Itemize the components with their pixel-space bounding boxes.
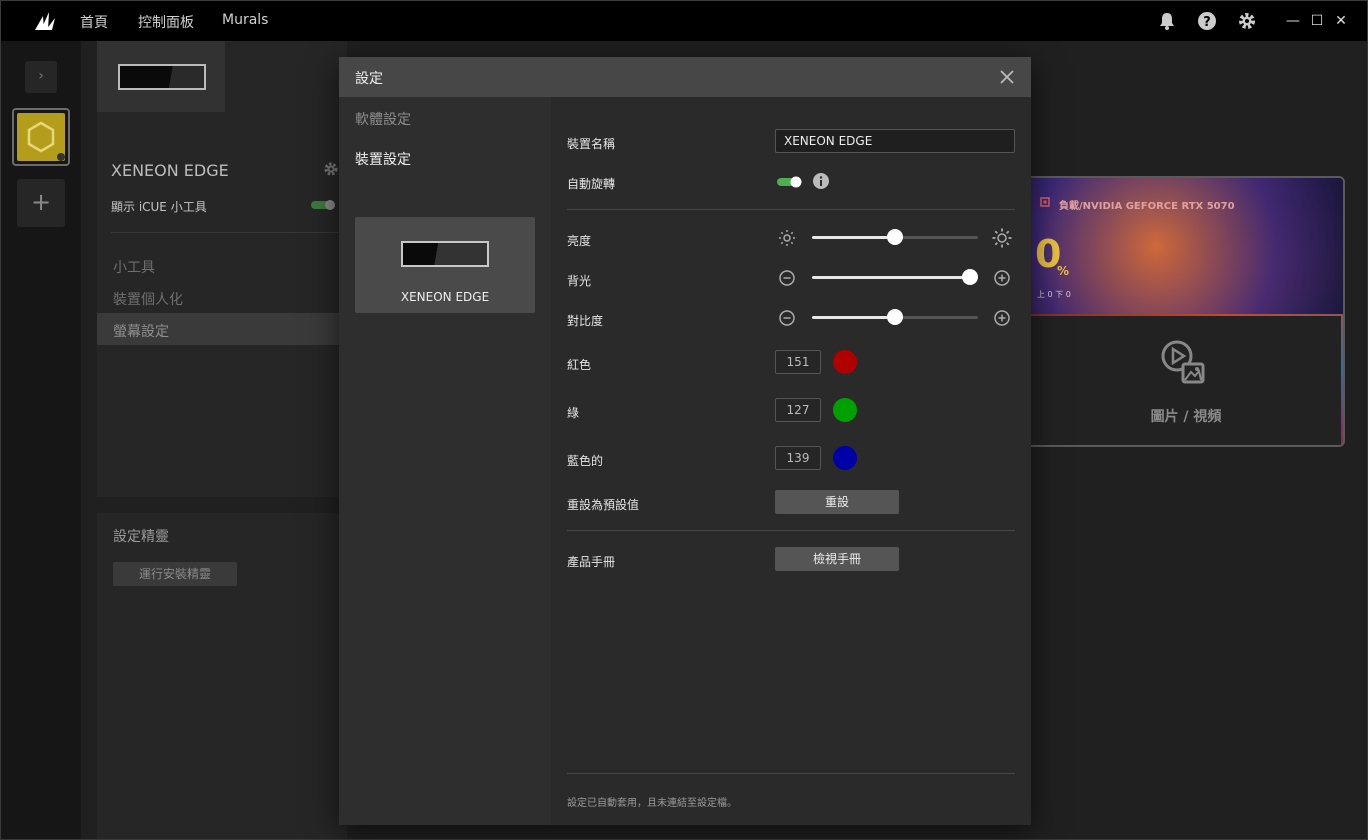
device-gear-icon[interactable] xyxy=(323,161,339,177)
slider-fill xyxy=(812,236,895,239)
gpu-load-unit: % xyxy=(1057,264,1070,278)
green-value-input[interactable]: 127 xyxy=(775,398,821,422)
icue-window: 首頁 控制面板 Murals ? — ☐ ✕ › + XENEON EDGE 顯… xyxy=(0,0,1368,840)
gpu-load-label: 負載/NVIDIA GEFORCE RTX 5070 xyxy=(1059,201,1235,212)
add-device-button[interactable]: + xyxy=(17,179,65,227)
slider-thumb[interactable] xyxy=(961,269,978,285)
divider xyxy=(111,232,341,233)
tab-software-settings[interactable]: 軟體設定 xyxy=(355,109,411,129)
tab-device-settings[interactable]: 裝置設定 xyxy=(355,149,411,169)
menu-display-settings[interactable]: 螢幕設定 xyxy=(113,321,169,341)
minimize-button[interactable]: — xyxy=(1284,11,1302,31)
brightness-high-icon xyxy=(992,228,1012,248)
blue-label: 藍色的 xyxy=(567,454,604,468)
wizard-title: 設定精靈 xyxy=(113,529,169,545)
device-card-label: XENEON EDGE xyxy=(400,290,490,304)
view-manual-button[interactable]: 檢視手冊 xyxy=(775,547,899,571)
svg-text:?: ? xyxy=(1203,15,1211,30)
device-card-xeneon[interactable]: XENEON EDGE xyxy=(355,217,535,313)
help-icon[interactable]: ? xyxy=(1197,11,1217,31)
reset-defaults-label: 重設為預設值 xyxy=(567,498,640,512)
backlight-slider[interactable] xyxy=(812,269,978,285)
nav-murals[interactable]: Murals xyxy=(222,12,268,28)
plus-icon[interactable] xyxy=(992,308,1012,328)
auto-rotate-label: 自動旋轉 xyxy=(567,177,616,191)
minus-icon[interactable] xyxy=(777,308,797,328)
title-bar: 首頁 控制面板 Murals ? — ☐ ✕ xyxy=(1,1,1367,41)
device-name-label: 裝置名稱 xyxy=(567,137,616,151)
slider-fill xyxy=(812,316,895,319)
nav-dashboard[interactable]: 控制面板 xyxy=(138,12,194,32)
settings-sidebar: 軟體設定 裝置設定 XENEON EDGE xyxy=(339,97,551,825)
show-widget-label: 顯示 iCUE 小工具 xyxy=(111,200,207,214)
close-icon[interactable] xyxy=(997,67,1017,87)
menu-widgets[interactable]: 小工具 xyxy=(113,257,155,277)
maximize-button[interactable]: ☐ xyxy=(1308,11,1326,31)
auto-rotate-toggle[interactable] xyxy=(777,176,803,188)
green-label: 綠 xyxy=(567,406,580,420)
menu-personalize[interactable]: 裝置個人化 xyxy=(113,289,183,309)
plus-icon[interactable] xyxy=(992,268,1012,288)
chip-icon xyxy=(1040,197,1050,207)
modal-header: 設定 xyxy=(339,57,1031,97)
gpu-load-sub: 上 0 下 0 xyxy=(1037,290,1071,299)
play-image-icon xyxy=(1161,340,1205,384)
brightness-label: 亮度 xyxy=(567,234,592,248)
blue-swatch[interactable] xyxy=(833,446,857,470)
modal-title: 設定 xyxy=(355,71,383,87)
product-manual-label: 產品手冊 xyxy=(567,555,616,569)
device-rail: › + xyxy=(1,41,81,839)
screen-preview: 負載/NVIDIA GEFORCE RTX 5070 0 % 上 0 下 0 圖… xyxy=(1031,176,1345,447)
brightness-low-icon xyxy=(779,230,795,246)
image-video-widget[interactable]: 圖片 / 視頻 xyxy=(1031,316,1341,445)
rail-device-xeneon[interactable] xyxy=(12,108,70,166)
contrast-slider[interactable] xyxy=(812,309,978,325)
divider xyxy=(567,530,1015,531)
brightness-slider[interactable] xyxy=(812,229,978,245)
reset-button[interactable]: 重設 xyxy=(775,490,899,514)
device-title: XENEON EDGE xyxy=(111,161,229,180)
divider xyxy=(567,209,1015,210)
red-swatch[interactable] xyxy=(833,350,857,374)
device-name-input[interactable]: XENEON EDGE xyxy=(775,129,1015,153)
contrast-label: 對比度 xyxy=(567,314,604,328)
hexagon-icon xyxy=(17,113,65,161)
auto-apply-note: 設定已自動套用，且未連結至設定檔。 xyxy=(567,798,737,809)
settings-modal: 設定 軟體設定 裝置設定 XENEON EDGE 裝置名稱 XENEON EDG… xyxy=(339,57,1031,825)
backlight-label: 背光 xyxy=(567,274,592,288)
device-settings-panel: 裝置名稱 XENEON EDGE 自動旋轉 亮度 背光 對比度 紅色 151 綠… xyxy=(551,97,1031,825)
corsair-logo-icon[interactable] xyxy=(33,10,57,32)
nav-home[interactable]: 首頁 xyxy=(80,12,108,32)
run-wizard-button[interactable]: 運行安裝精靈 xyxy=(113,562,237,586)
bell-icon[interactable] xyxy=(1157,11,1177,31)
slider-thumb[interactable] xyxy=(887,229,903,245)
green-swatch[interactable] xyxy=(833,398,857,422)
red-label: 紅色 xyxy=(567,358,592,372)
show-widget-toggle[interactable] xyxy=(311,199,337,211)
divider xyxy=(567,773,1015,774)
minus-icon[interactable] xyxy=(777,268,797,288)
gear-icon[interactable] xyxy=(1237,11,1257,31)
expand-rail-button[interactable]: › xyxy=(25,61,57,93)
xeneon-edge-image xyxy=(118,64,206,90)
info-icon[interactable] xyxy=(813,173,829,189)
red-value-input[interactable]: 151 xyxy=(775,350,821,374)
xeneon-edge-image xyxy=(401,241,489,267)
image-video-label: 圖片 / 視頻 xyxy=(1150,409,1222,425)
slider-fill xyxy=(812,276,970,279)
gpu-load-widget[interactable]: 負載/NVIDIA GEFORCE RTX 5070 0 % 上 0 下 0 xyxy=(1031,178,1343,314)
close-window-button[interactable]: ✕ xyxy=(1332,11,1350,31)
blue-value-input[interactable]: 139 xyxy=(775,446,821,470)
slider-thumb[interactable] xyxy=(887,309,903,325)
